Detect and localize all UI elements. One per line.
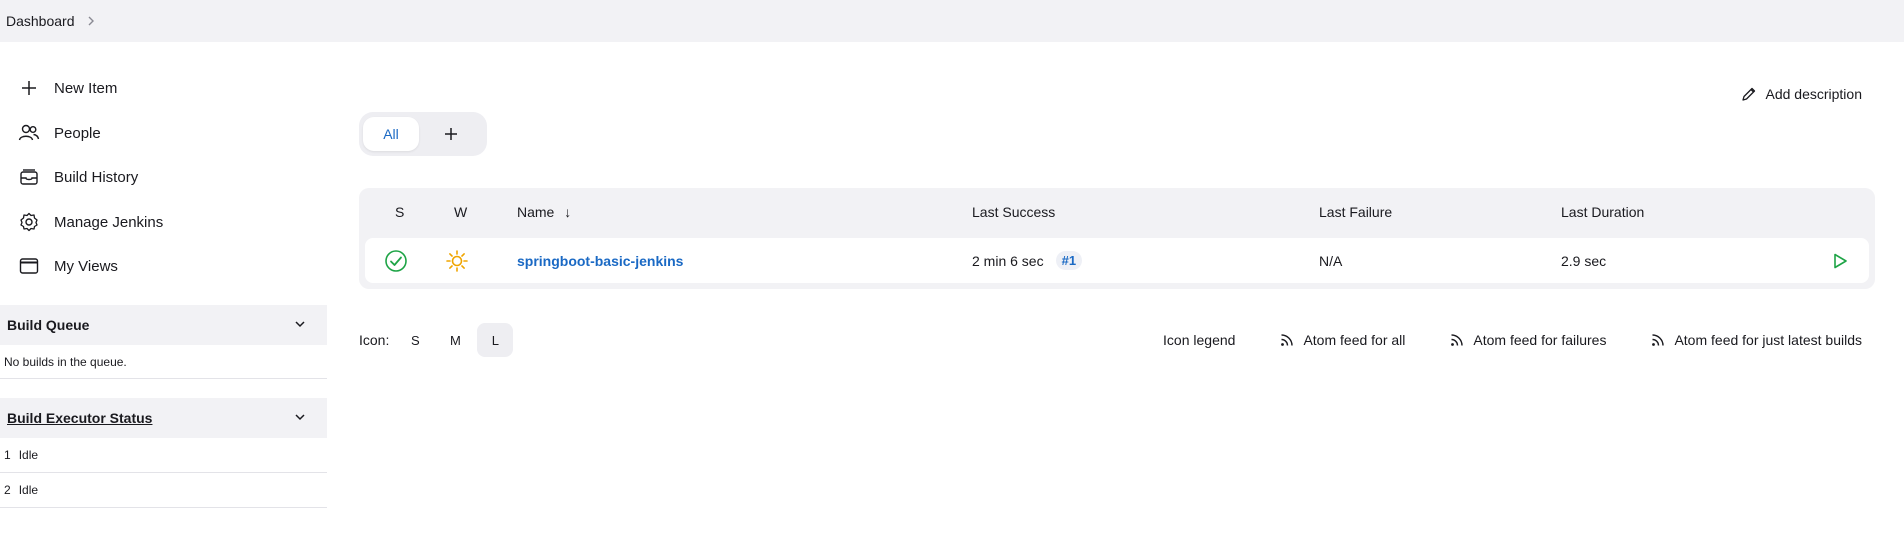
breadcrumb-dashboard[interactable]: Dashboard (6, 13, 75, 29)
build-queue-title: Build Queue (7, 317, 90, 333)
chevron-down-icon[interactable] (293, 317, 307, 334)
plus-icon (18, 77, 40, 99)
sidebar-item-manage-jenkins[interactable]: Manage Jenkins (18, 207, 163, 237)
jobs-table: S W Name ↓ Last Success Last Failure Las… (359, 188, 1875, 289)
executor-row: 1 Idle (0, 438, 327, 473)
chevron-right-icon[interactable] (85, 15, 97, 27)
sidebar-item-my-views[interactable]: My Views (18, 251, 118, 281)
executor-status: Idle (18, 448, 39, 462)
last-failure-value: N/A (1319, 252, 1343, 269)
footer-links: Icon legend Atom feed for all Atom feed … (1163, 323, 1862, 357)
build-queue-empty: No builds in the queue. (0, 345, 327, 379)
sidebar-item-people[interactable]: People (18, 118, 101, 148)
plus-icon (443, 126, 459, 142)
column-header-last-failure[interactable]: Last Failure (1319, 204, 1392, 220)
schedule-build-button[interactable] (1831, 238, 1849, 283)
view-tabs: All (359, 112, 487, 156)
icon-size-s[interactable]: S (397, 323, 433, 357)
sidebar-item-label: People (54, 124, 101, 142)
window-icon (18, 255, 40, 277)
build-number-link[interactable]: #1 (1055, 251, 1083, 270)
atom-feed-failures-label: Atom feed for failures (1473, 332, 1607, 348)
icon-size-label: Icon: (359, 332, 390, 348)
sort-arrow-icon: ↓ (564, 204, 572, 220)
executor-status: Idle (18, 483, 39, 497)
atom-feed-latest-link[interactable]: Atom feed for just latest builds (1650, 332, 1862, 348)
column-header-last-success[interactable]: Last Success (972, 204, 1055, 220)
executor-status-title[interactable]: Build Executor Status (7, 410, 152, 426)
breadcrumb: Dashboard (0, 0, 1904, 42)
add-description-button[interactable]: Add description (1741, 82, 1862, 106)
build-history-icon (18, 166, 40, 188)
atom-feed-all-label: Atom feed for all (1303, 332, 1406, 348)
last-duration-value: 2.9 sec (1561, 252, 1607, 269)
build-queue-empty-text: No builds in the queue. (4, 354, 127, 369)
tab-all[interactable]: All (363, 117, 419, 151)
build-queue-header[interactable]: Build Queue (0, 305, 327, 345)
column-header-weather[interactable]: W (454, 204, 467, 220)
column-header-last-duration[interactable]: Last Duration (1561, 204, 1644, 220)
atom-feed-latest-label: Atom feed for just latest builds (1674, 332, 1862, 348)
sidebar-item-build-history[interactable]: Build History (18, 162, 138, 192)
executor-status-header[interactable]: Build Executor Status (0, 398, 327, 438)
icon-size-l[interactable]: L (477, 323, 514, 357)
chevron-down-icon[interactable] (293, 410, 307, 427)
table-row: springboot-basic-jenkins 2 min 6 sec #1 … (365, 238, 1869, 283)
gear-icon (18, 211, 40, 233)
column-header-name[interactable]: Name ↓ (517, 204, 571, 220)
executor-number: 1 (4, 448, 11, 462)
sidebar-item-label: Build History (54, 168, 139, 186)
success-check-icon (384, 238, 408, 283)
column-header-status[interactable]: S (395, 204, 404, 220)
icon-size-selector: Icon: S M L (359, 323, 514, 357)
icon-size-m[interactable]: M (437, 323, 473, 357)
last-success-time: 2 min 6 sec (972, 252, 1044, 269)
executor-number: 2 (4, 483, 11, 497)
rss-icon (1650, 332, 1666, 348)
atom-feed-failures-link[interactable]: Atom feed for failures (1449, 332, 1606, 348)
add-description-label: Add description (1765, 86, 1862, 102)
job-name-link[interactable]: springboot-basic-jenkins (517, 253, 683, 269)
icon-legend-link[interactable]: Icon legend (1163, 332, 1235, 348)
play-icon (1831, 252, 1849, 270)
pencil-icon (1741, 86, 1757, 102)
column-header-name-label: Name (517, 204, 555, 220)
sunny-icon (445, 238, 469, 283)
executor-row: 2 Idle (0, 473, 327, 508)
people-icon (18, 122, 40, 144)
sidebar-item-label: New Item (54, 79, 118, 97)
rss-icon (1449, 332, 1465, 348)
sidebar-item-new-item[interactable]: New Item (18, 73, 117, 103)
atom-feed-all-link[interactable]: Atom feed for all (1279, 332, 1405, 348)
sidebar-item-label: Manage Jenkins (54, 213, 164, 231)
sidebar-item-label: My Views (54, 257, 118, 275)
add-view-button[interactable] (423, 117, 479, 151)
rss-icon (1279, 332, 1295, 348)
